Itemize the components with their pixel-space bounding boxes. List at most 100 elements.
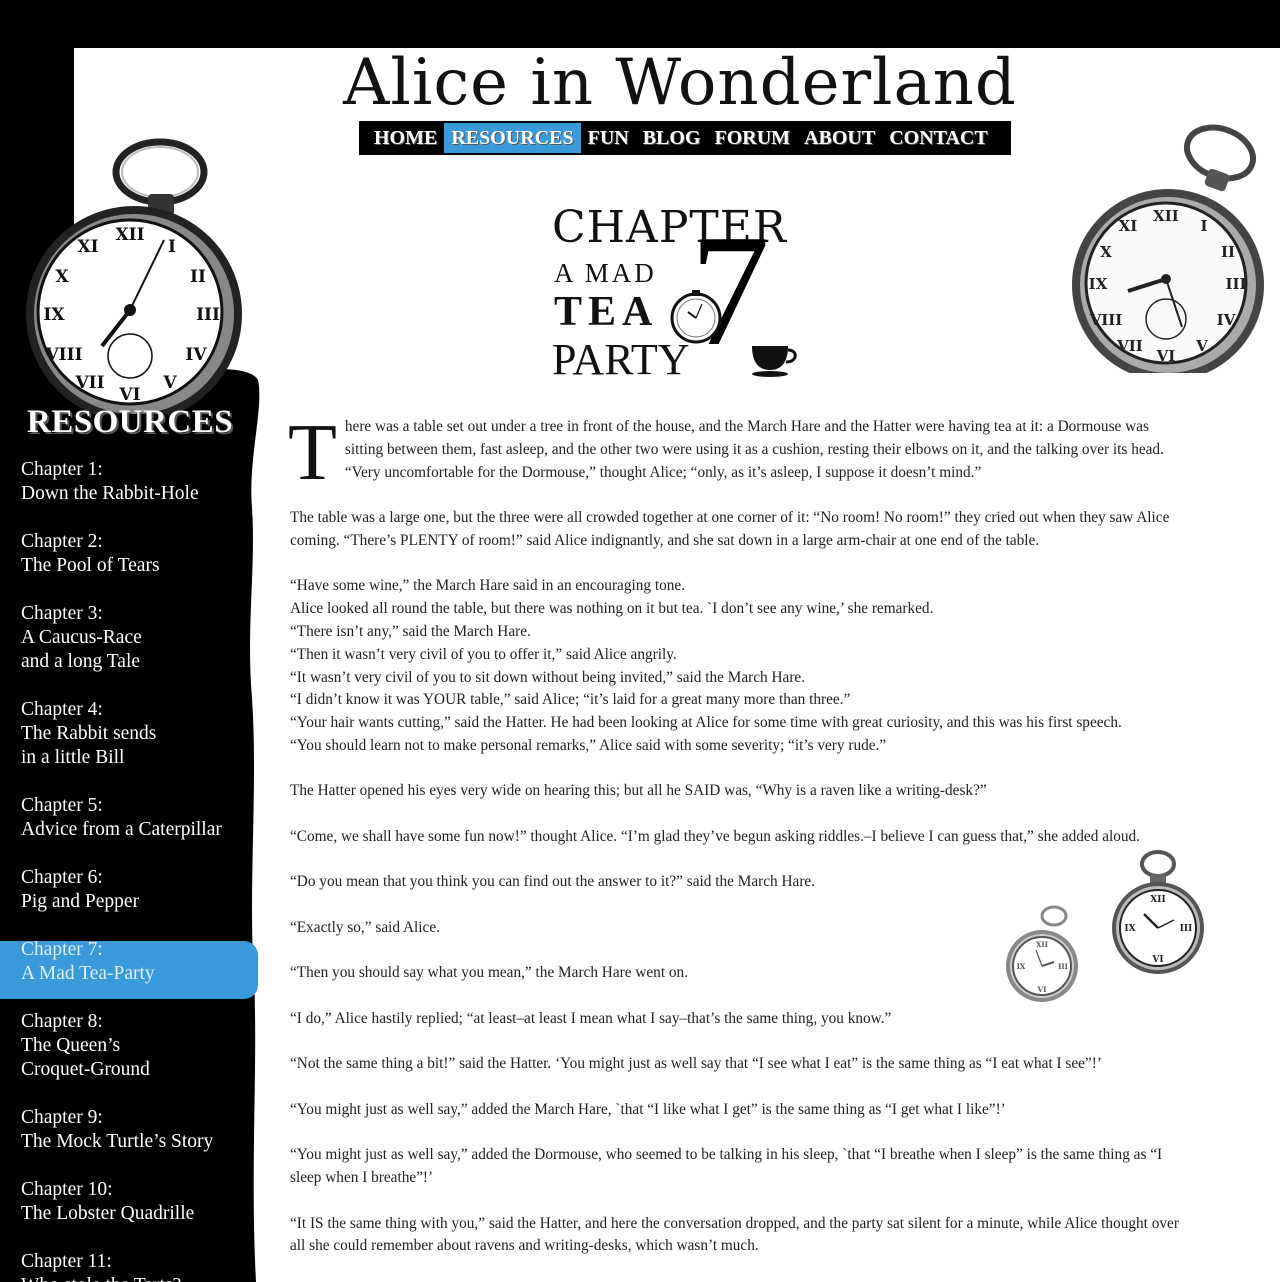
svg-text:III: III	[1180, 924, 1193, 934]
svg-text:VII: VII	[74, 373, 104, 393]
chapter-number: Chapter 6:	[21, 867, 103, 888]
svg-text:IV: IV	[1217, 311, 1236, 329]
svg-text:X: X	[1100, 243, 1112, 261]
pocket-watch-icon	[670, 290, 722, 344]
article-paragraph: The table was a large one, but the three…	[290, 509, 1170, 549]
pocket-watch-icon: XIIIII IIIIVV VIVIIVIII IXXXI	[26, 138, 242, 414]
chapter-number: Chapter 11:	[21, 1251, 112, 1272]
dialogue-line: “You should learn not to make personal r…	[290, 736, 887, 754]
chapter-number: Chapter 5:	[21, 795, 103, 816]
chapter-title: Advice from a Caterpillar	[21, 819, 222, 840]
sidebar-chapter-link[interactable]: Chapter 11: Who stole the Tarts?	[21, 1250, 181, 1282]
chapter-logo-line1: A MAD	[554, 258, 657, 288]
chapter-title: Who stole the Tarts?	[21, 1274, 181, 1282]
chapter-number: Chapter 8:	[21, 1011, 103, 1032]
dialogue-line: “There isn’t any,” said the March Hare.	[290, 622, 531, 640]
article-paragraph: The Hatter opened his eyes very wide on …	[290, 782, 987, 800]
chapter-title: The Mock Turtle’s Story	[21, 1131, 214, 1152]
chapter-title: The Queen’s	[21, 1035, 121, 1056]
svg-text:III: III	[1225, 275, 1246, 293]
chapter-title: The Pool of Tears	[21, 555, 160, 576]
sidebar-chapter-link[interactable]: Chapter 3: A Caucus-Race and a long Tale	[21, 602, 142, 674]
svg-text:XI: XI	[77, 237, 98, 257]
article-paragraph: “It IS the same thing with you,” said th…	[290, 1214, 1179, 1255]
nav-fun[interactable]: FUN	[581, 123, 636, 153]
sidebar-chapter-link[interactable]: Chapter 7: A Mad Tea-Party	[21, 938, 155, 986]
svg-text:I: I	[168, 237, 176, 257]
nav-resources[interactable]: RESOURCES	[444, 123, 581, 153]
pocket-watch-icon: XIIIII IIIIVV VIVIIVIII IXXXI	[1072, 124, 1264, 373]
article-paragraph: “Come, we shall have some fun now!” thou…	[290, 827, 1141, 845]
main-nav: HOME RESOURCES FUN BLOG FORUM ABOUT CONT…	[359, 121, 1011, 155]
svg-text:IV: IV	[185, 345, 207, 365]
article-paragraph: “Not the same thing a bit!” said the Hat…	[290, 1055, 1102, 1073]
sidebar-chapter-link[interactable]: Chapter 10: The Lobster Quadrille	[21, 1178, 194, 1226]
chapter-title: The Lobster Quadrille	[21, 1203, 195, 1224]
sidebar-chapter-link[interactable]: Chapter 5: Advice from a Caterpillar	[21, 794, 222, 842]
article-paragraph: “I do,” Alice hastily replied; “at least…	[290, 1009, 892, 1027]
article-paragraph: There was a table set out under a tree i…	[288, 409, 1164, 497]
chapter-number: Chapter 1:	[21, 459, 103, 480]
svg-text:III: III	[196, 305, 220, 325]
page: XII I II III IV V VI VII VIII IX X XI XII I II III…	[0, 0, 1280, 1282]
dropcap: T	[288, 409, 337, 497]
sidebar-chapter-link[interactable]: Chapter 2: The Pool of Tears	[21, 530, 160, 578]
sidebar-chapter-link[interactable]: Chapter 8: The Queen’s Croquet-Ground	[21, 1010, 150, 1082]
svg-text:V: V	[162, 373, 177, 393]
chapter-title: Pig and Pepper	[21, 891, 140, 912]
chapter-number: Chapter 7:	[21, 939, 103, 960]
chapter-title: Croquet-Ground	[21, 1059, 150, 1080]
svg-text:IX: IX	[1089, 275, 1108, 293]
nav-about[interactable]: ABOUT	[797, 123, 882, 153]
chapter-title: A Mad Tea-Party	[21, 963, 155, 984]
chapter-logo: CHAPTER A MAD TEA PARTY 7	[548, 200, 808, 385]
article-paragraph: “Exactly so,” said Alice.	[290, 918, 440, 936]
teacup-icon	[752, 346, 797, 377]
chapter-title: and a long Tale	[21, 651, 141, 672]
article-paragraph: “You might just as well say,” added the …	[290, 1146, 1163, 1187]
sidebar-chapter-link[interactable]: Chapter 9: The Mock Turtle’s Story	[21, 1106, 213, 1154]
svg-text:VIII: VIII	[44, 345, 82, 365]
site-title: Alice in Wonderland	[343, 46, 1017, 120]
dialogue-line: “It wasn’t very civil of you to sit down…	[290, 668, 806, 686]
svg-text:X: X	[55, 267, 69, 287]
chapter-number: Chapter 9:	[21, 1107, 103, 1128]
svg-text:V: V	[1195, 337, 1208, 355]
sidebar-chapter-link[interactable]: Chapter 1: Down the Rabbit-Hole	[21, 458, 199, 506]
svg-text:II: II	[1221, 243, 1235, 261]
dialogue-line: “Your hair wants cutting,” said the Hatt…	[290, 714, 1122, 732]
nav-forum[interactable]: FORUM	[708, 123, 798, 153]
chapter-logo-line2: TEA	[554, 289, 659, 335]
svg-text:VIII: VIII	[1089, 311, 1123, 329]
chapter-title: in a little Bill	[21, 747, 125, 768]
svg-text:XII: XII	[115, 225, 144, 245]
dialogue-line: “Have some wine,” the March Hare said in…	[290, 577, 686, 595]
article-paragraph: “Do you mean that you think you can find…	[290, 873, 816, 891]
sidebar-chapter-link[interactable]: Chapter 4: The Rabbit sends in a little Bi…	[21, 698, 156, 770]
chapter-number: Chapter 4:	[21, 699, 103, 720]
svg-text:VI: VI	[1156, 347, 1176, 365]
chapter-title: The Rabbit sends	[21, 723, 157, 744]
svg-text:II: II	[190, 267, 206, 287]
nav-home[interactable]: HOME	[367, 123, 444, 153]
sidebar-heading: RESOURCES	[26, 404, 234, 440]
svg-text:VI: VI	[118, 385, 140, 405]
chapter-number: Chapter 2:	[21, 531, 103, 552]
svg-text:XI: XI	[1119, 217, 1138, 235]
svg-text:IX: IX	[43, 305, 65, 325]
article-paragraph: “You might just as well say,” added the …	[290, 1100, 1006, 1118]
dialogue-line: Alice looked all round the table, but th…	[290, 600, 934, 618]
chapter-number: Chapter 3:	[21, 603, 103, 624]
nav-blog[interactable]: BLOG	[636, 123, 708, 153]
chapter-title: A Caucus-Race	[21, 627, 142, 648]
svg-text:I: I	[1200, 217, 1207, 235]
nav-contact[interactable]: CONTACT	[882, 123, 995, 153]
svg-text:VII: VII	[1116, 337, 1143, 355]
dialogue-line: “I didn’t know it was YOUR table,” said …	[290, 691, 851, 709]
dialogue-line: “Then it wasn’t very civil of you to off…	[290, 645, 677, 663]
article: There was a table set out under a tree i…	[288, 409, 1180, 1258]
sidebar-chapter-link[interactable]: Chapter 6: Pig and Pepper	[21, 866, 139, 914]
article-paragraph: “Then you should say what you mean,” the…	[290, 964, 689, 982]
svg-text:XII: XII	[1153, 207, 1179, 225]
chapter-title: Down the Rabbit-Hole	[21, 483, 199, 504]
